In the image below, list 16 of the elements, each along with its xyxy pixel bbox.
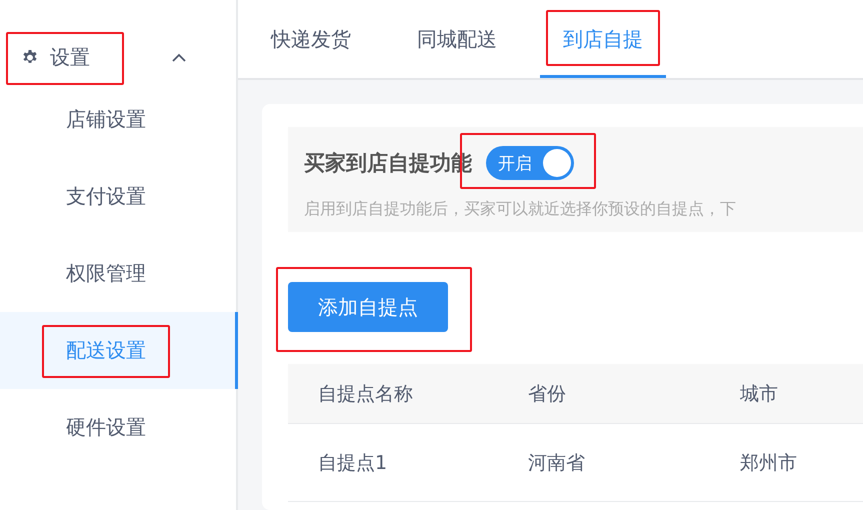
column-header: 城市 (740, 382, 779, 406)
menu-group-title[interactable]: 设置 (50, 44, 90, 70)
sidebar-item[interactable]: 店铺设置 (0, 81, 238, 158)
tab[interactable]: 同城配送 (394, 0, 520, 78)
column-header: 自提点名称 (318, 382, 414, 406)
settings-icon (22, 49, 38, 65)
column-header: 省份 (528, 382, 567, 406)
table-cell-text: 河南省 (528, 450, 586, 476)
tab[interactable]: 快递发货 (248, 0, 374, 78)
chevron-icon[interactable] (172, 52, 186, 62)
table-cell-text: 自提点1 (318, 450, 388, 476)
sidebar-item[interactable]: 支付设置 (0, 158, 238, 235)
sidebar-item[interactable]: 权限管理 (0, 235, 238, 312)
table-cell-text: 郑州市 (740, 450, 798, 476)
sidebar-item[interactable]: 硬件设置 (0, 389, 238, 466)
panel-description: 启用到店自提功能后，买家可以就近选择你预设的自提点，下 (304, 199, 737, 220)
